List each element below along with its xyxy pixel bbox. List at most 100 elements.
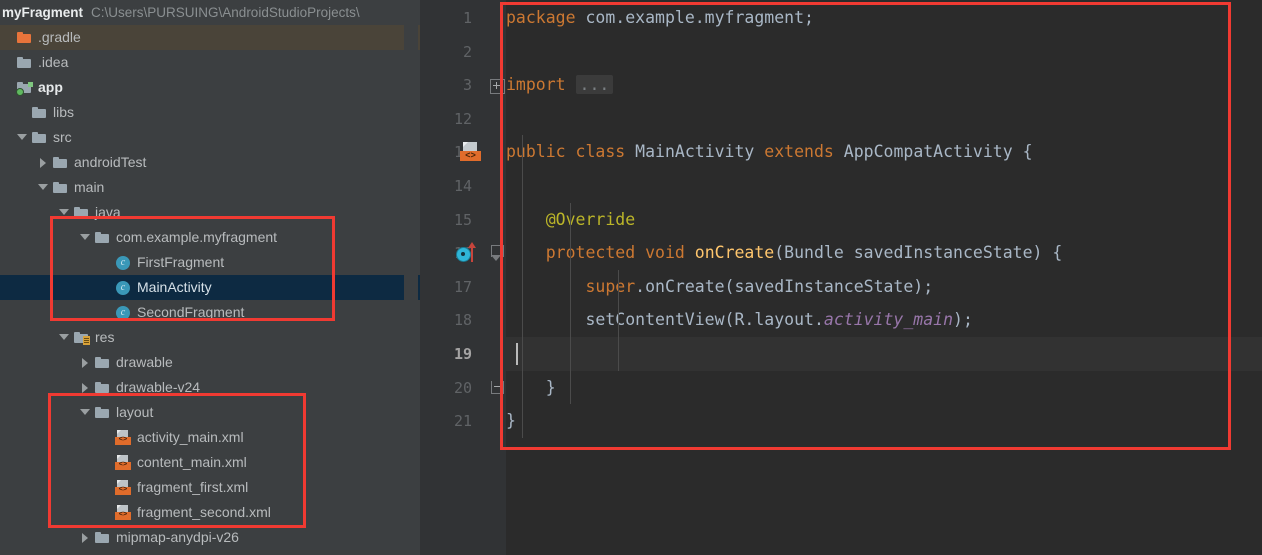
tree-item-firstfragment[interactable]: FirstFragment xyxy=(0,250,420,275)
code-token: } xyxy=(506,377,556,397)
folder-icon xyxy=(31,105,48,121)
line-number: 20 xyxy=(453,378,472,397)
tree-item-mipmap-anydpi-v26[interactable]: mipmap-anydpi-v26 xyxy=(0,525,420,550)
tree-item-res[interactable]: res xyxy=(0,325,420,350)
tree-item-label: fragment_first.xml xyxy=(137,479,249,495)
tree-item-java[interactable]: java xyxy=(0,200,420,225)
override-method-icon[interactable] xyxy=(456,242,482,264)
code-token: onCreate xyxy=(694,243,775,263)
tree-item-label: res xyxy=(95,329,115,345)
spacer-icon xyxy=(2,82,13,93)
tree-item-label: java xyxy=(95,204,121,220)
chevron-right-icon[interactable] xyxy=(80,357,91,368)
spacer-icon xyxy=(101,507,112,518)
res-folder-icon xyxy=(73,330,90,346)
code-line[interactable]: setContentView(R.layout.activity_main); xyxy=(506,303,973,337)
line-number: 19 xyxy=(453,345,472,363)
tree-item-drawable-v24[interactable]: drawable-v24 xyxy=(0,375,420,400)
tree-item-activity-main-xml[interactable]: activity_main.xml xyxy=(0,425,420,450)
tree-item-fragment-second-xml[interactable]: fragment_second.xml xyxy=(0,500,420,525)
module-folder-icon xyxy=(16,80,33,96)
tree-item-label: drawable xyxy=(116,354,173,370)
tree-item-app[interactable]: app xyxy=(0,75,420,100)
chevron-down-icon[interactable] xyxy=(17,132,28,143)
tree-item-label: FirstFragment xyxy=(137,254,225,270)
code-line[interactable]: import ... xyxy=(506,68,614,102)
tree-item-label: activity_main.xml xyxy=(137,429,244,445)
chevron-down-icon[interactable] xyxy=(59,332,70,343)
chevron-right-icon[interactable] xyxy=(38,157,49,168)
tree-item-label: mipmap-anydpi-v26 xyxy=(116,529,239,545)
tree-item-label: .gradle xyxy=(38,29,81,45)
code-line[interactable]: } xyxy=(506,371,556,405)
project-tree[interactable]: .gradle .idea app libs src androidTest main jav… xyxy=(0,25,420,555)
java-class-icon xyxy=(115,255,132,271)
fold-end-icon[interactable] xyxy=(491,380,504,394)
code-token: ); xyxy=(953,310,973,330)
code-editor[interactable]: 12312131415161718192021 package com.exam… xyxy=(420,0,1262,555)
code-token: .onCreate(savedInstanceState); xyxy=(635,276,934,296)
folder-icon xyxy=(94,380,111,396)
current-line-highlight xyxy=(506,337,1262,371)
tree-item-fragment-first-xml[interactable]: fragment_first.xml xyxy=(0,475,420,500)
line-number: 12 xyxy=(453,109,472,128)
indent-guide xyxy=(522,135,523,438)
fold-collapse-icon[interactable] xyxy=(491,245,504,262)
chevron-down-icon[interactable] xyxy=(80,407,91,418)
code-token: setContentView(R.layout. xyxy=(506,310,824,330)
layout-xml-icon xyxy=(115,454,132,471)
tree-item-label: androidTest xyxy=(74,154,147,170)
code-token: import xyxy=(506,75,566,95)
line-number: 18 xyxy=(453,311,472,330)
tree-item-layout[interactable]: layout xyxy=(0,400,420,425)
folder-icon xyxy=(52,155,69,171)
tree-item-main[interactable]: main xyxy=(0,175,420,200)
sidebar-scrollbar-track[interactable] xyxy=(404,25,418,555)
tree-item-label: SecondFragment xyxy=(137,304,245,320)
code-line[interactable]: protected void onCreate(Bundle savedInst… xyxy=(506,236,1063,270)
package-folder-icon xyxy=(94,230,111,246)
tree-item-libs[interactable]: libs xyxy=(0,100,420,125)
tree-item-drawable[interactable]: drawable xyxy=(0,350,420,375)
indent-guide xyxy=(618,269,619,371)
chevron-right-icon[interactable] xyxy=(80,532,91,543)
tree-item-src[interactable]: src xyxy=(0,125,420,150)
spacer-icon xyxy=(101,482,112,493)
layout-xml-icon[interactable] xyxy=(460,142,482,162)
collapsed-imports[interactable]: ... xyxy=(575,75,614,95)
spacer-icon xyxy=(101,457,112,468)
chevron-down-icon[interactable] xyxy=(38,182,49,193)
tree-item-label: src xyxy=(53,129,72,145)
code-line[interactable]: public class MainActivity extends AppCom… xyxy=(506,135,1033,169)
tree-item-mainactivity[interactable]: MainActivity xyxy=(0,275,420,300)
folder-icon xyxy=(31,130,48,146)
tree-item-com-example-myfragment[interactable]: com.example.myfragment xyxy=(0,225,420,250)
folder-icon xyxy=(94,355,111,371)
java-class-icon xyxy=(115,280,132,296)
tree-item-label: main xyxy=(74,179,105,195)
tree-item-label: com.example.myfragment xyxy=(116,229,278,245)
tree-item-label: content_main.xml xyxy=(137,454,247,470)
fold-expand-icon[interactable] xyxy=(490,79,505,95)
code-token: extends xyxy=(764,142,834,162)
code-line[interactable]: } xyxy=(506,404,516,438)
spacer-icon xyxy=(101,282,112,293)
tree-item-idea[interactable]: .idea xyxy=(0,50,420,75)
project-name: myFragment xyxy=(2,5,84,20)
code-line[interactable]: package com.example.myfragment; xyxy=(506,1,814,35)
chevron-right-icon[interactable] xyxy=(80,382,91,393)
tree-item-content-main-xml[interactable]: content_main.xml xyxy=(0,450,420,475)
tree-item-gradle[interactable]: .gradle xyxy=(0,25,420,50)
chevron-down-icon[interactable] xyxy=(80,232,91,243)
folder-icon xyxy=(16,55,33,71)
folder-icon xyxy=(94,405,111,421)
tree-item-androidtest[interactable]: androidTest xyxy=(0,150,420,175)
java-class-icon xyxy=(115,305,132,321)
code-token: protected void xyxy=(545,243,685,263)
line-number: 3 xyxy=(462,76,472,95)
tree-item-label: MainActivity xyxy=(137,279,212,295)
chevron-down-icon[interactable] xyxy=(59,207,70,218)
tree-item-secondfragment[interactable]: SecondFragment xyxy=(0,300,420,325)
line-number: 14 xyxy=(453,177,472,195)
